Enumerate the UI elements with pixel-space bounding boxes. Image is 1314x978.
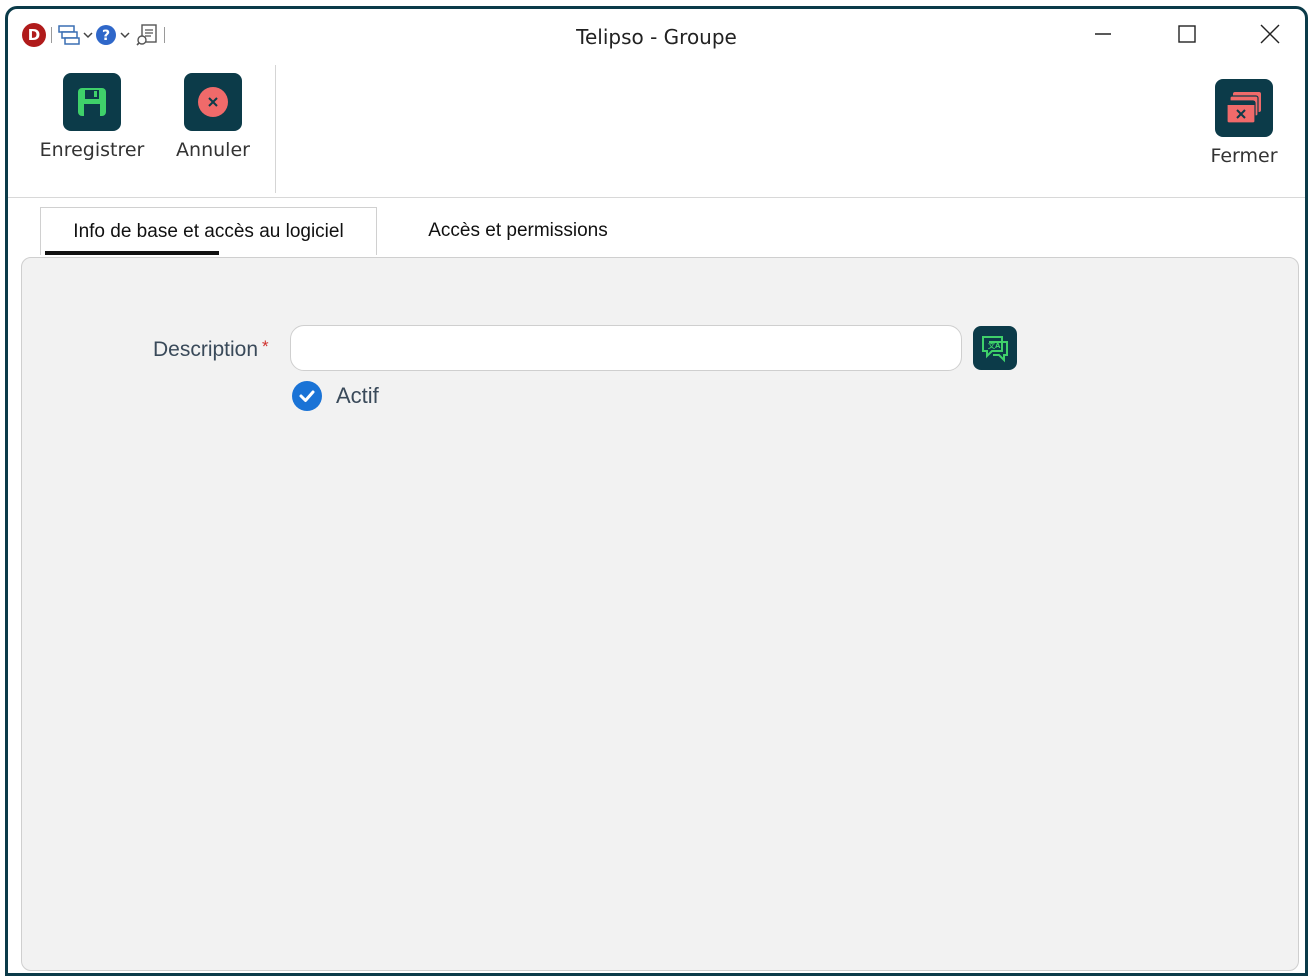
tab-info-de-base[interactable]: Info de base et accès au logiciel — [40, 207, 377, 255]
active-tab-indicator — [45, 251, 219, 255]
description-label: Description * — [153, 337, 269, 362]
close-form-label: Fermer — [1210, 145, 1278, 167]
close-form-button[interactable]: Fermer — [1192, 79, 1296, 167]
minimize-button[interactable] — [1081, 19, 1125, 49]
save-icon — [63, 73, 121, 131]
cancel-button[interactable]: Annuler — [158, 73, 268, 161]
active-checkbox-label: Actif — [336, 383, 379, 408]
tab-label: Accès et permissions — [428, 220, 608, 241]
required-marker: * — [262, 337, 269, 356]
description-label-text: Description — [153, 338, 259, 361]
cancel-button-label: Annuler — [176, 139, 250, 161]
ribbon-divider — [275, 65, 276, 193]
description-input[interactable] — [290, 325, 962, 371]
tab-acces-permissions[interactable]: Accès et permissions — [388, 207, 648, 255]
maximize-icon — [1178, 25, 1196, 43]
translate-icon: 文A — [982, 336, 1008, 363]
title-bar: D ? Telipso - Groupe — [8, 9, 1305, 55]
maximize-button[interactable] — [1165, 19, 1209, 49]
close-window-button[interactable] — [1248, 19, 1292, 49]
tab-bar: Info de base et accès au logiciel Accès … — [8, 199, 1305, 255]
translate-button[interactable]: 文A — [973, 326, 1017, 370]
checkmark-icon — [299, 390, 315, 402]
save-button-label: Enregistrer — [39, 139, 145, 161]
app-window: D ? Telipso - Groupe Enregistrer Annuler… — [5, 6, 1308, 976]
tab-label: Info de base et accès au logiciel — [73, 220, 344, 242]
minimize-icon — [1095, 33, 1111, 35]
active-checkbox[interactable] — [292, 381, 322, 411]
close-icon — [1260, 24, 1280, 44]
active-checkbox-row[interactable]: Actif — [292, 381, 379, 411]
svg-text:文A: 文A — [988, 341, 1001, 350]
cancel-icon — [184, 73, 242, 131]
ribbon-toolbar: Enregistrer Annuler Fermer — [8, 55, 1305, 198]
close-window-icon — [1215, 79, 1273, 137]
save-button[interactable]: Enregistrer — [22, 73, 162, 161]
